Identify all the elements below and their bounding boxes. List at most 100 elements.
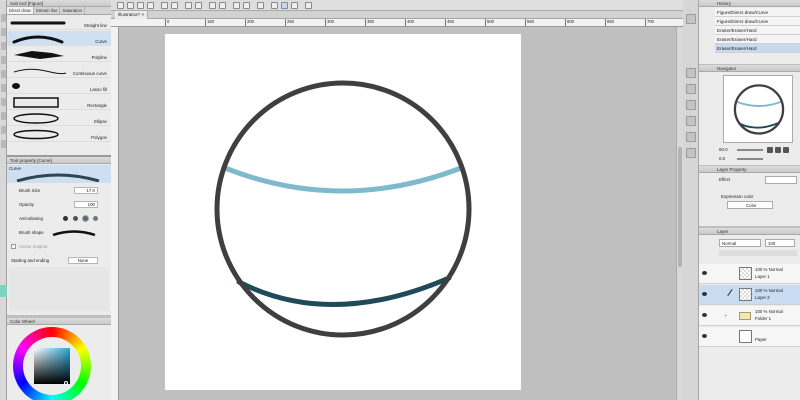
deselect-icon[interactable] xyxy=(219,2,226,9)
layer-row-paper[interactable]: Paper xyxy=(699,327,800,347)
rotate-slider[interactable] xyxy=(737,158,763,160)
brush-shape-row: Brush shape xyxy=(11,228,108,237)
layer-toolbar[interactable] xyxy=(719,250,797,256)
history-item[interactable]: Eraser/Eraser/Hard xyxy=(715,26,800,35)
layer-row-layer-2[interactable]: 100 % Normal Layer 2 xyxy=(699,285,800,305)
subtool-item-ellipse[interactable]: Ellipse xyxy=(7,111,111,126)
navigator-angle-value[interactable]: 0.0 xyxy=(719,156,725,161)
anti-alias-medium-option[interactable] xyxy=(83,216,88,221)
zoom-slider[interactable] xyxy=(737,149,763,151)
layer-blend: 100 % Normal xyxy=(755,309,783,314)
open-file-icon[interactable] xyxy=(137,2,144,9)
layer-search-icon[interactable] xyxy=(686,132,696,142)
fit-icon[interactable] xyxy=(783,147,789,153)
select-all-icon[interactable] xyxy=(233,2,240,9)
grid-snap-icon[interactable] xyxy=(291,2,298,9)
eraser-tool-icon[interactable] xyxy=(1,42,6,50)
invert-icon[interactable] xyxy=(243,2,250,9)
vector-magnet-checkbox[interactable] xyxy=(11,244,16,249)
subtool-item-polygon[interactable]: Polygon xyxy=(7,127,111,142)
layer-blend: 100 % Normal xyxy=(755,288,783,293)
tab-direct-draw[interactable]: Direct draw xyxy=(7,7,34,14)
clear-icon[interactable] xyxy=(185,2,192,9)
ruler-tick-label: 550 xyxy=(525,19,534,26)
navigator-toggle-icon[interactable] xyxy=(686,68,696,78)
subtool-item-curve[interactable]: Curve xyxy=(7,31,111,46)
brush-size-input[interactable]: 17.0 xyxy=(74,187,98,194)
layer-name: Layer 2 xyxy=(755,295,770,300)
eye-icon[interactable] xyxy=(702,334,707,338)
blend-mode-select[interactable]: Normal xyxy=(719,239,761,247)
ruler-snap-icon[interactable] xyxy=(271,2,278,9)
navigator-zoom-value[interactable]: 60.0 xyxy=(719,147,728,152)
scrollbar-thumb[interactable] xyxy=(678,147,682,267)
undo-icon[interactable] xyxy=(161,2,168,9)
polyline-preview-icon xyxy=(14,51,64,59)
fill-tool-icon[interactable] xyxy=(1,56,6,64)
tab-stream-line[interactable]: Stream line xyxy=(34,7,61,14)
view-icon[interactable] xyxy=(305,2,312,9)
main-color-swatch[interactable] xyxy=(0,285,7,297)
document-tab[interactable]: Illustration* × xyxy=(115,11,149,19)
history-item[interactable]: Eraser/Eraser/Hard xyxy=(715,35,800,44)
text-tool-icon[interactable] xyxy=(1,84,6,92)
subtool-item-lasso-fill[interactable]: Lasso fill xyxy=(7,79,111,94)
redo-icon[interactable] xyxy=(171,2,178,9)
history-item[interactable]: Figure/Direct draw/Curve xyxy=(715,8,800,17)
anti-alias-none-option[interactable] xyxy=(63,216,68,221)
fill-icon[interactable] xyxy=(195,2,202,9)
eye-icon[interactable] xyxy=(702,292,707,296)
subtool-item-label: Straight line xyxy=(83,23,107,28)
auto-action-icon[interactable] xyxy=(686,148,696,158)
opacity-input[interactable]: 100 xyxy=(74,201,98,208)
layer-opacity-input[interactable]: 100 xyxy=(765,239,795,247)
expression-color-select[interactable]: Color xyxy=(727,201,773,209)
gradient-tool-icon[interactable] xyxy=(1,140,6,148)
subtool-item-label: Polygon xyxy=(91,135,107,140)
subtool-item-polyline[interactable]: Polyline xyxy=(7,47,111,62)
subview-icon[interactable] xyxy=(686,84,696,94)
chevron-right-icon[interactable]: › xyxy=(725,313,727,319)
drawing-canvas[interactable] xyxy=(165,34,521,390)
close-icon[interactable]: × xyxy=(142,12,145,17)
info-icon[interactable] xyxy=(686,100,696,110)
pen-tool-icon[interactable] xyxy=(1,28,6,36)
brush-size-row: Brush Size 17.0 xyxy=(11,186,108,195)
navigator-preview[interactable] xyxy=(723,75,793,143)
vertical-scrollbar[interactable] xyxy=(676,27,683,400)
search-icon[interactable] xyxy=(686,14,696,24)
zoom-out-icon[interactable] xyxy=(775,147,781,153)
brush-tool-icon[interactable] xyxy=(1,14,6,22)
history-item-current[interactable]: Eraser/Eraser/Hard xyxy=(715,44,800,53)
transform-icon[interactable] xyxy=(209,2,216,9)
eye-icon[interactable] xyxy=(702,271,707,275)
move-tool-icon[interactable] xyxy=(1,112,6,120)
new-file-icon[interactable] xyxy=(127,2,134,9)
eyedropper-tool-icon[interactable] xyxy=(1,126,6,134)
brush-shape-preview-icon[interactable] xyxy=(51,229,97,237)
save-icon[interactable] xyxy=(147,2,154,9)
subtool-item-rectangle[interactable]: Rectangle xyxy=(7,95,111,110)
color-picker-cursor[interactable] xyxy=(64,381,68,385)
subtool-item-straight-line[interactable]: Straight line xyxy=(7,15,111,30)
opacity-label: Opacity xyxy=(19,202,34,207)
eye-icon[interactable] xyxy=(702,313,707,317)
figure-tool-icon[interactable] xyxy=(1,70,6,78)
history-item[interactable]: Figure/Direct draw/Curve xyxy=(715,17,800,26)
anti-alias-strong-option[interactable] xyxy=(93,216,98,221)
tab-saturation[interactable]: Saturation xyxy=(60,7,86,14)
zoom-in-icon[interactable] xyxy=(767,147,773,153)
material-icon[interactable] xyxy=(686,116,696,126)
anti-alias-weak-option[interactable] xyxy=(73,216,78,221)
selection-tool-icon[interactable] xyxy=(1,98,6,106)
crop-icon[interactable] xyxy=(257,2,264,9)
effect-buttons[interactable] xyxy=(765,176,797,184)
saturation-value-square[interactable] xyxy=(34,348,70,384)
layer-row-folder-1[interactable]: › 100 % Normal Folder 1 xyxy=(699,306,800,326)
brush-shape-label: Brush shape xyxy=(19,230,44,235)
special-ruler-snap-icon[interactable] xyxy=(281,2,288,9)
subtool-item-continuous-curve[interactable]: Continuous curve xyxy=(7,63,111,78)
start-end-select[interactable]: None xyxy=(68,257,98,264)
gear-icon[interactable] xyxy=(117,2,124,9)
layer-row-layer-1[interactable]: 100 % Normal Layer 1 xyxy=(699,264,800,284)
